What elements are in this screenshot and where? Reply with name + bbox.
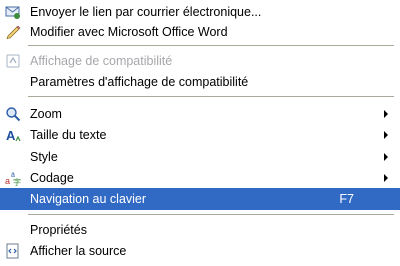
- submenu-arrow-icon: [384, 153, 388, 161]
- compatibility-view-icon: [5, 53, 21, 69]
- zoom-icon: [5, 106, 21, 122]
- submenu-arrow-icon: [384, 110, 388, 118]
- menu-item-label: Codage: [30, 171, 74, 185]
- submenu-arrow-icon: [384, 174, 388, 182]
- menu-item-label: Afficher la source: [30, 244, 127, 258]
- submenu-arrow-icon: [384, 131, 388, 139]
- menu-item-properties[interactable]: Propriétés: [0, 219, 400, 241]
- menu-item-text-size[interactable]: A Taille du texte: [0, 124, 400, 146]
- context-menu: Envoyer le lien par courrier électroniqu…: [0, 0, 400, 266]
- svg-text:字: 字: [13, 177, 21, 186]
- email-link-icon: [5, 4, 21, 20]
- menu-item-label: Taille du texte: [30, 128, 107, 142]
- menu-item-view-source[interactable]: Afficher la source: [0, 240, 400, 262]
- menu-separator: [28, 96, 394, 97]
- svg-text:A: A: [6, 128, 16, 143]
- menu-item-compatibility-settings[interactable]: Paramètres d'affichage de compatibilité: [0, 71, 400, 93]
- view-source-icon: [5, 243, 21, 259]
- menu-item-caret-browsing[interactable]: Navigation au clavier F7: [0, 188, 400, 210]
- menu-separator: [28, 45, 394, 46]
- menu-item-label: Paramètres d'affichage de compatibilité: [30, 75, 249, 89]
- menu-item-label: Navigation au clavier: [30, 192, 147, 206]
- menu-item-compatibility-view: Affichage de compatibilité: [0, 50, 400, 72]
- menu-item-label: Affichage de compatibilité: [30, 54, 173, 68]
- menu-item-send-link-email[interactable]: Envoyer le lien par courrier électroniqu…: [0, 1, 400, 23]
- menu-item-label: Modifier avec Microsoft Office Word: [30, 25, 228, 39]
- menu-item-label: Style: [30, 150, 58, 164]
- menu-item-edit-with-word[interactable]: Modifier avec Microsoft Office Word: [0, 21, 400, 43]
- menu-item-label: Zoom: [30, 107, 62, 121]
- menu-separator: [28, 214, 394, 215]
- menu-item-label: Envoyer le lien par courrier électroniqu…: [30, 5, 262, 19]
- encoding-icon: a ä 字: [5, 170, 21, 186]
- svg-text:a: a: [5, 176, 10, 186]
- menu-item-shortcut: F7: [339, 192, 354, 206]
- pencil-icon: [5, 24, 21, 40]
- menu-item-zoom[interactable]: Zoom: [0, 103, 400, 125]
- menu-item-encoding[interactable]: a ä 字 Codage: [0, 167, 400, 189]
- menu-item-label: Propriétés: [30, 223, 87, 237]
- text-size-icon: A: [5, 127, 21, 143]
- menu-item-style[interactable]: Style: [0, 146, 400, 168]
